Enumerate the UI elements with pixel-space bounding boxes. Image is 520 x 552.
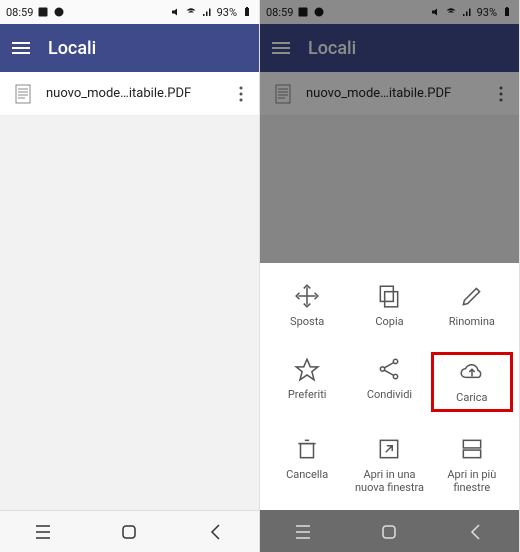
menu-icon[interactable]	[272, 42, 290, 54]
app-bar: Locali	[0, 24, 259, 72]
pencil-icon	[459, 283, 485, 309]
action-label: Copia	[375, 315, 403, 328]
action-label: Condividi	[367, 388, 412, 401]
wifi-icon	[185, 6, 197, 18]
mute-icon	[169, 6, 181, 18]
recents-button[interactable]	[31, 520, 55, 544]
mute-icon	[429, 6, 441, 18]
move-action[interactable]: Sposta	[266, 279, 348, 332]
action-label: Preferiti	[288, 388, 327, 401]
home-button[interactable]	[377, 520, 401, 544]
share-icon	[376, 356, 402, 382]
more-icon[interactable]	[233, 86, 249, 102]
copy-icon	[376, 283, 402, 309]
recents-button[interactable]	[291, 520, 315, 544]
delete-action[interactable]: Cancella	[266, 432, 348, 498]
action-label: Apri in più finestre	[433, 468, 511, 494]
signal-icon	[201, 6, 213, 18]
status-time: 08:59	[6, 6, 33, 19]
battery-icon	[241, 6, 253, 18]
file-name: nuovo_mode…itabile.PDF	[46, 86, 223, 101]
status-bar: 08:59 93%	[0, 0, 259, 24]
nav-bar	[260, 510, 519, 552]
action-label: Cancella	[286, 468, 328, 481]
screen-right: 08:59 93% Locali nuovo_mode…itabile.PDF	[260, 0, 520, 552]
screen-left: 08:59 93% Locali nuovo_mode…itabile.PDF	[0, 0, 260, 552]
back-button[interactable]	[464, 520, 488, 544]
open-external-icon	[376, 436, 402, 462]
signal-icon	[461, 6, 473, 18]
status-time: 08:59	[266, 6, 293, 19]
whatsapp-icon	[53, 6, 65, 18]
nav-bar	[0, 510, 259, 552]
menu-icon[interactable]	[12, 42, 30, 54]
move-icon	[294, 283, 320, 309]
pdf-icon	[10, 81, 36, 107]
status-battery: 93%	[217, 6, 237, 19]
status-bar: 08:59 93%	[260, 0, 519, 24]
pdf-icon	[270, 81, 296, 107]
gallery-icon	[37, 6, 49, 18]
action-label: Sposta	[290, 315, 324, 328]
action-label: Rinomina	[449, 315, 495, 328]
file-list: nuovo_mode…itabile.PDF	[0, 72, 259, 510]
app-bar: Locali	[260, 24, 519, 72]
file-row[interactable]: nuovo_mode…itabile.PDF	[0, 72, 259, 116]
file-row[interactable]: nuovo_mode…itabile.PDF	[260, 72, 519, 116]
action-label: Carica	[456, 391, 487, 404]
trash-icon	[294, 436, 320, 462]
more-icon[interactable]	[493, 86, 509, 102]
status-battery: 93%	[477, 6, 497, 19]
app-title: Locali	[308, 38, 356, 59]
file-name: nuovo_mode…itabile.PDF	[306, 86, 483, 101]
wifi-icon	[445, 6, 457, 18]
upload-action[interactable]: Carica	[431, 352, 513, 411]
whatsapp-icon	[313, 6, 325, 18]
open-multi-window-action[interactable]: Apri in più finestre	[431, 432, 513, 498]
copy-action[interactable]: Copia	[348, 279, 430, 332]
back-button[interactable]	[204, 520, 228, 544]
rename-action[interactable]: Rinomina	[431, 279, 513, 332]
app-title: Locali	[48, 38, 96, 59]
action-sheet: Sposta Copia Rinomina Preferiti Condivid…	[260, 263, 519, 510]
star-icon	[294, 356, 320, 382]
open-new-window-action[interactable]: Apri in una nuova finestra	[348, 432, 430, 498]
home-button[interactable]	[117, 520, 141, 544]
share-action[interactable]: Condividi	[348, 352, 430, 411]
action-label: Apri in una nuova finestra	[350, 468, 428, 494]
battery-icon	[501, 6, 513, 18]
cloud-upload-icon	[459, 359, 485, 385]
favorites-action[interactable]: Preferiti	[266, 352, 348, 411]
split-window-icon	[459, 436, 485, 462]
gallery-icon	[297, 6, 309, 18]
